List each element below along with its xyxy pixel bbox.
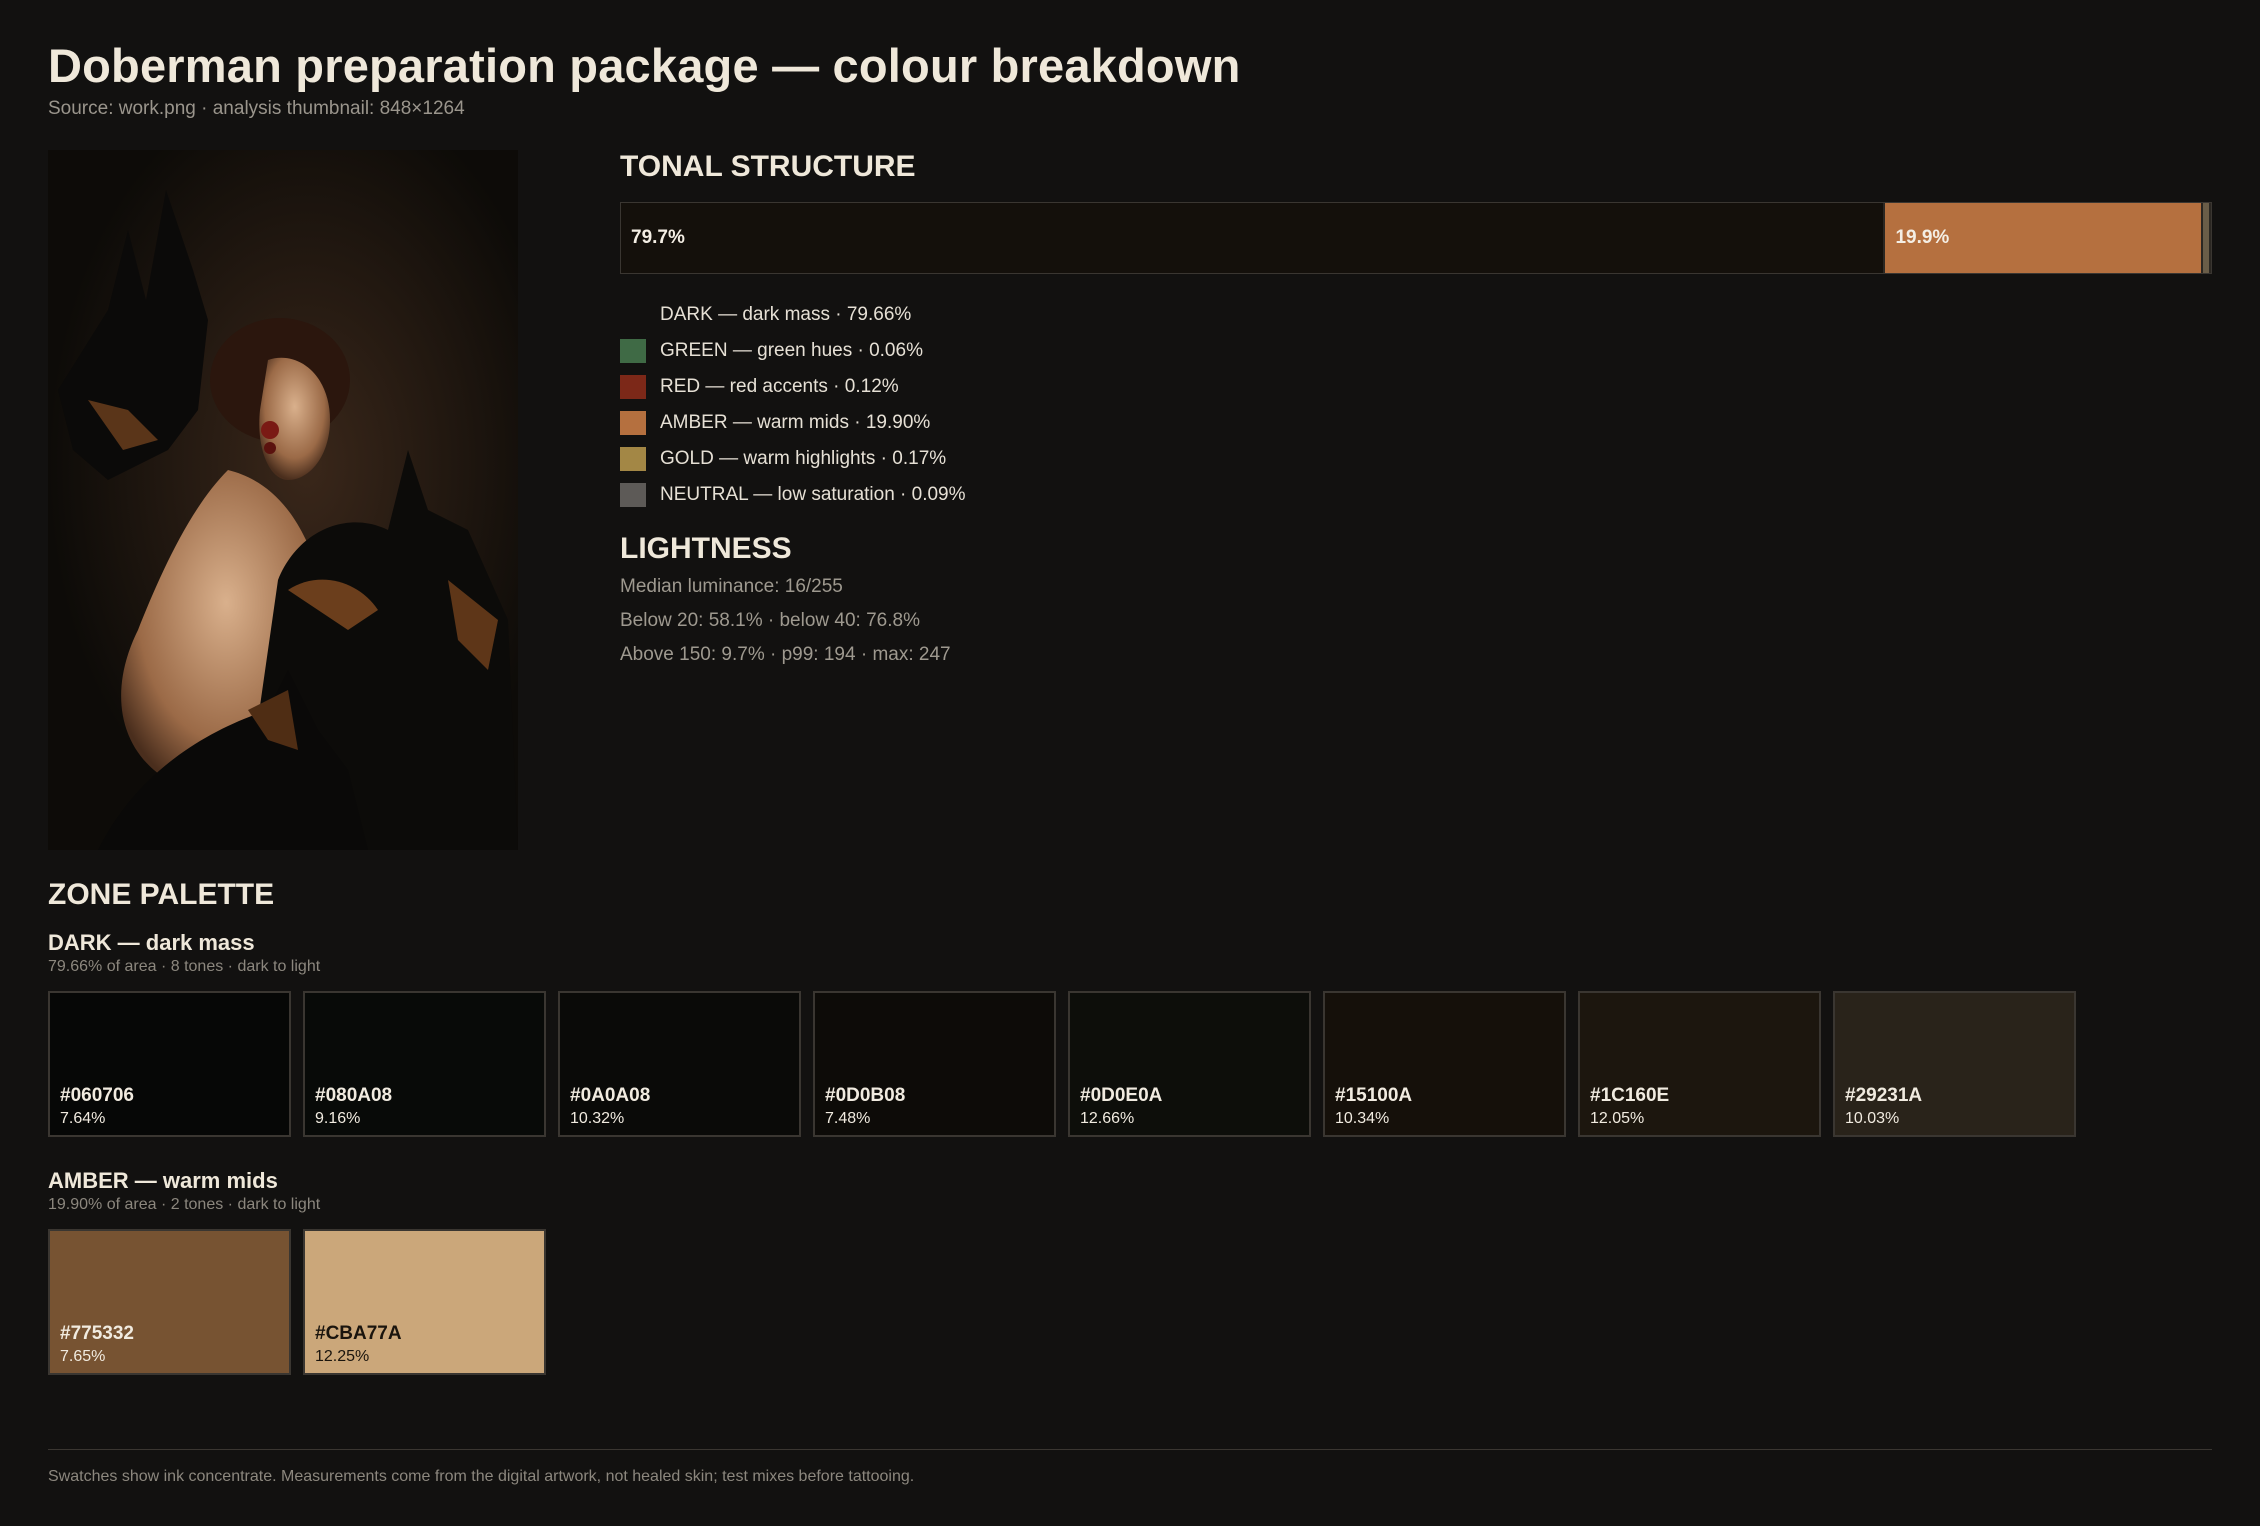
color-swatch: #0D0E0A 12.66% (1068, 991, 1311, 1137)
color-swatch: #CBA77A 12.25% (303, 1229, 546, 1375)
legend-swatch (620, 375, 646, 399)
footer-note: Swatches show ink concentrate. Measureme… (48, 1468, 915, 1485)
legend-swatch (620, 483, 646, 507)
dark-group-subtitle: 79.66% of area · 8 tones · dark to light (48, 958, 321, 975)
page: Doberman preparation package — colour br… (0, 0, 2260, 1526)
median-luminance-text: Median luminance: 16/255 (620, 576, 843, 597)
high-luminance-text: Above 150: 9.7% · p99: 194 · max: 247 (620, 644, 951, 665)
swatch-hex: #15100A (1335, 1085, 1413, 1106)
swatch-percentage: 10.34% (1335, 1110, 1390, 1127)
swatch-percentage: 10.32% (570, 1110, 625, 1127)
amber-swatch-row: #775332 7.65% #CBA77A 12.25% (48, 1229, 546, 1375)
tonal-structure-heading: TONAL STRUCTURE (620, 150, 916, 183)
swatch-percentage: 7.48% (825, 1110, 871, 1127)
source-subtitle: Source: work.png · analysis thumbnail: 8… (48, 98, 465, 119)
swatch-percentage: 12.66% (1080, 1110, 1135, 1127)
color-swatch: #0D0B08 7.48% (813, 991, 1056, 1137)
zone-legend: DARK — dark mass · 79.66% GREEN — green h… (620, 297, 966, 513)
legend-item: NEUTRAL — low saturation · 0.09% (620, 477, 966, 513)
legend-label: AMBER — warm mids · 19.90% (660, 412, 931, 433)
legend-swatch (620, 303, 646, 327)
tone-bar-segment: 19.9% (1885, 203, 2203, 273)
swatch-percentage: 7.64% (60, 1110, 106, 1127)
color-swatch: #29231A 10.03% (1833, 991, 2076, 1137)
swatch-percentage: 9.16% (315, 1110, 361, 1127)
swatch-hex: #0D0B08 (825, 1085, 906, 1106)
legend-item: GOLD — warm highlights · 0.17% (620, 441, 966, 477)
swatch-hex: #0A0A08 (570, 1085, 651, 1106)
footer-divider (48, 1449, 2212, 1450)
swatch-percentage: 12.05% (1590, 1110, 1645, 1127)
artwork-illustration (48, 150, 518, 850)
color-swatch: #060706 7.64% (48, 991, 291, 1137)
swatch-percentage: 7.65% (60, 1348, 106, 1365)
legend-item: GREEN — green hues · 0.06% (620, 333, 966, 369)
tone-bar-segment (2202, 203, 2211, 273)
tone-bar-label: 79.7% (631, 227, 685, 248)
artwork-thumbnail (48, 150, 518, 850)
swatch-percentage: 12.25% (315, 1348, 370, 1365)
dark-group-title: DARK — dark mass (48, 930, 255, 955)
lightness-heading: LIGHTNESS (620, 532, 792, 565)
legend-label: DARK — dark mass · 79.66% (660, 304, 912, 325)
swatch-hex: #775332 (60, 1323, 134, 1344)
swatch-hex: #29231A (1845, 1085, 1923, 1106)
color-swatch: #15100A 10.34% (1323, 991, 1566, 1137)
swatch-hex: #060706 (60, 1085, 134, 1106)
amber-group-subtitle: 19.90% of area · 2 tones · dark to light (48, 1196, 321, 1213)
legend-label: RED — red accents · 0.12% (660, 376, 899, 397)
legend-label: NEUTRAL — low saturation · 0.09% (660, 484, 966, 505)
tone-bar-label: 19.9% (1895, 227, 1950, 248)
color-swatch: #1C160E 12.05% (1578, 991, 1821, 1137)
lightness-stats: Median luminance: 16/255 Below 20: 58.1%… (620, 576, 951, 678)
legend-swatch (620, 339, 646, 363)
swatch-hex: #0D0E0A (1080, 1085, 1163, 1106)
color-swatch: #0A0A08 10.32% (558, 991, 801, 1137)
legend-swatch (620, 447, 646, 471)
zone-palette-heading: ZONE PALETTE (48, 878, 275, 911)
color-swatch: #775332 7.65% (48, 1229, 291, 1375)
legend-label: GREEN — green hues · 0.06% (660, 340, 923, 361)
dark-swatch-row: #060706 7.64% #080A08 9.16% #0A0A08 10.32% #0D… (48, 991, 2076, 1137)
low-luminance-text: Below 20: 58.1% · below 40: 76.8% (620, 610, 920, 631)
page-title: Doberman preparation package — colour br… (48, 39, 1241, 92)
swatch-hex: #CBA77A (315, 1323, 402, 1344)
tone-bar-segment: 79.7% (621, 203, 1886, 273)
legend-item: DARK — dark mass · 79.66% (620, 297, 966, 333)
amber-group-title: AMBER — warm mids (48, 1168, 278, 1193)
legend-item: AMBER — warm mids · 19.90% (620, 405, 966, 441)
swatch-percentage: 10.03% (1845, 1110, 1900, 1127)
legend-label: GOLD — warm highlights · 0.17% (660, 448, 947, 469)
tonal-structure-bar: 79.7% 19.9% (620, 202, 2212, 274)
swatch-hex: #080A08 (315, 1085, 393, 1106)
legend-item: RED — red accents · 0.12% (620, 369, 966, 405)
legend-swatch (620, 411, 646, 435)
swatch-hex: #1C160E (1590, 1085, 1670, 1106)
color-swatch: #080A08 9.16% (303, 991, 546, 1137)
